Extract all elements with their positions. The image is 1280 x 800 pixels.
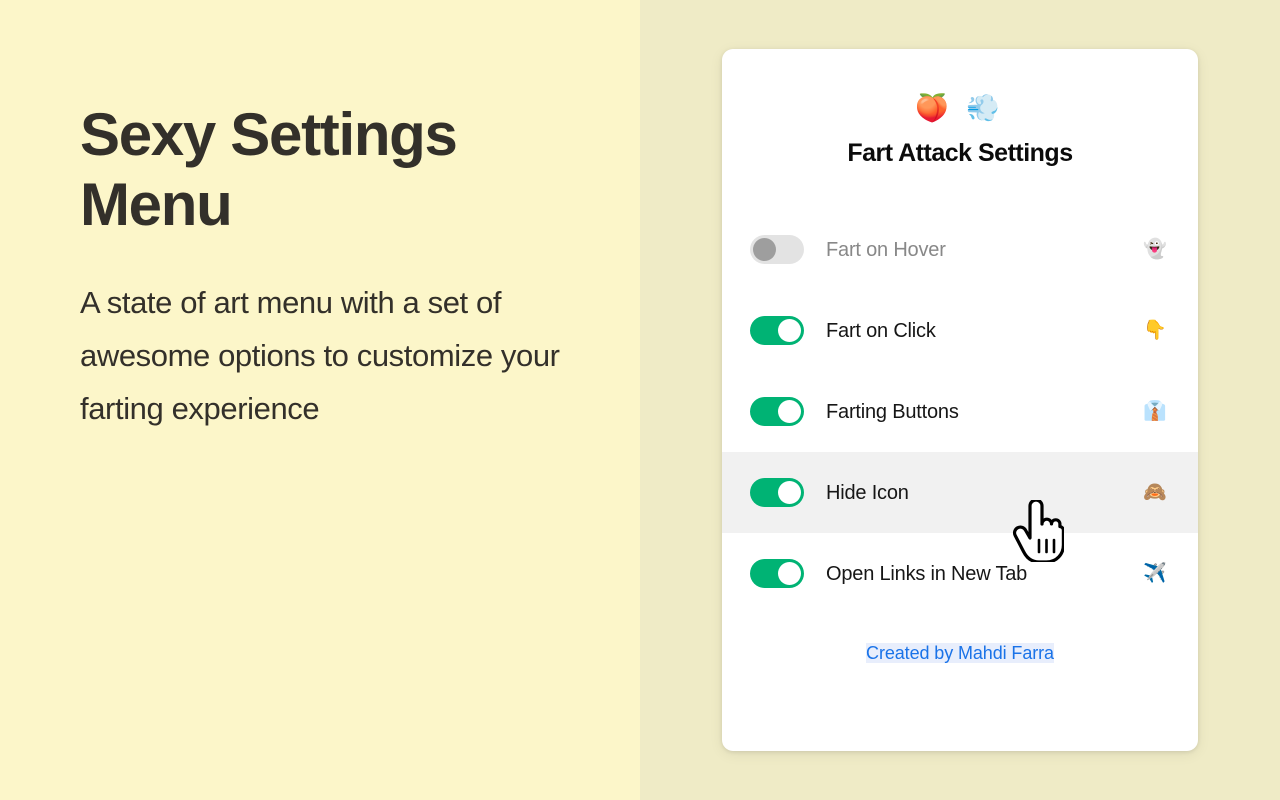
settings-row-label: Fart on Click [826,319,936,342]
settings-card: 🍑 💨 Fart Attack Settings Fart on Hover 👻 F… [722,49,1198,751]
settings-row-label: Open Links in New Tab [826,562,1028,585]
page-title: Sexy Settings Menu [80,101,458,238]
toggle-switch[interactable] [750,397,804,426]
ghost-icon: 👻 [1143,238,1167,260]
settings-card-footer: Created by Mahdi Farra [722,642,1198,664]
pointing-down-icon: 👇 [1143,319,1167,341]
settings-row-label: Fart on Hover [826,238,946,261]
toggle-knob [778,319,801,342]
peach-and-wind-icon: 🍑 💨 [915,93,1005,123]
toggle-knob [778,562,801,585]
airplane-icon: ✈️ [1143,562,1167,584]
promo-panel: Sexy Settings Menu A state of art menu w… [0,0,640,800]
settings-row-label: Hide Icon [826,481,909,504]
settings-row[interactable]: Fart on Click 👇 [722,290,1198,371]
settings-row-label: Farting Buttons [826,400,959,423]
toggle-switch[interactable] [750,235,804,264]
toggle-knob [778,400,801,423]
promo-description: A state of art menu with a set of awesom… [80,285,560,426]
credit-link[interactable]: Created by Mahdi Farra [866,643,1054,663]
settings-row[interactable]: Farting Buttons 👔 [722,371,1198,452]
settings-card-title: Fart Attack Settings [847,139,1073,167]
settings-row[interactable]: Open Links in New Tab ✈️ [722,533,1198,614]
necktie-icon: 👔 [1143,400,1167,422]
toggle-knob [753,238,776,261]
settings-list: Fart on Hover 👻 Fart on Click 👇 Farting Butt… [722,209,1198,614]
settings-row[interactable]: Fart on Hover 👻 [722,209,1198,290]
toggle-switch[interactable] [750,559,804,588]
see-no-evil-monkey-icon: 🙈 [1143,481,1167,503]
toggle-switch[interactable] [750,478,804,507]
settings-row[interactable]: Hide Icon 🙈 [722,452,1198,533]
settings-card-header: 🍑 💨 Fart Attack Settings [722,49,1198,168]
toggle-switch[interactable] [750,316,804,345]
toggle-knob [778,481,801,504]
